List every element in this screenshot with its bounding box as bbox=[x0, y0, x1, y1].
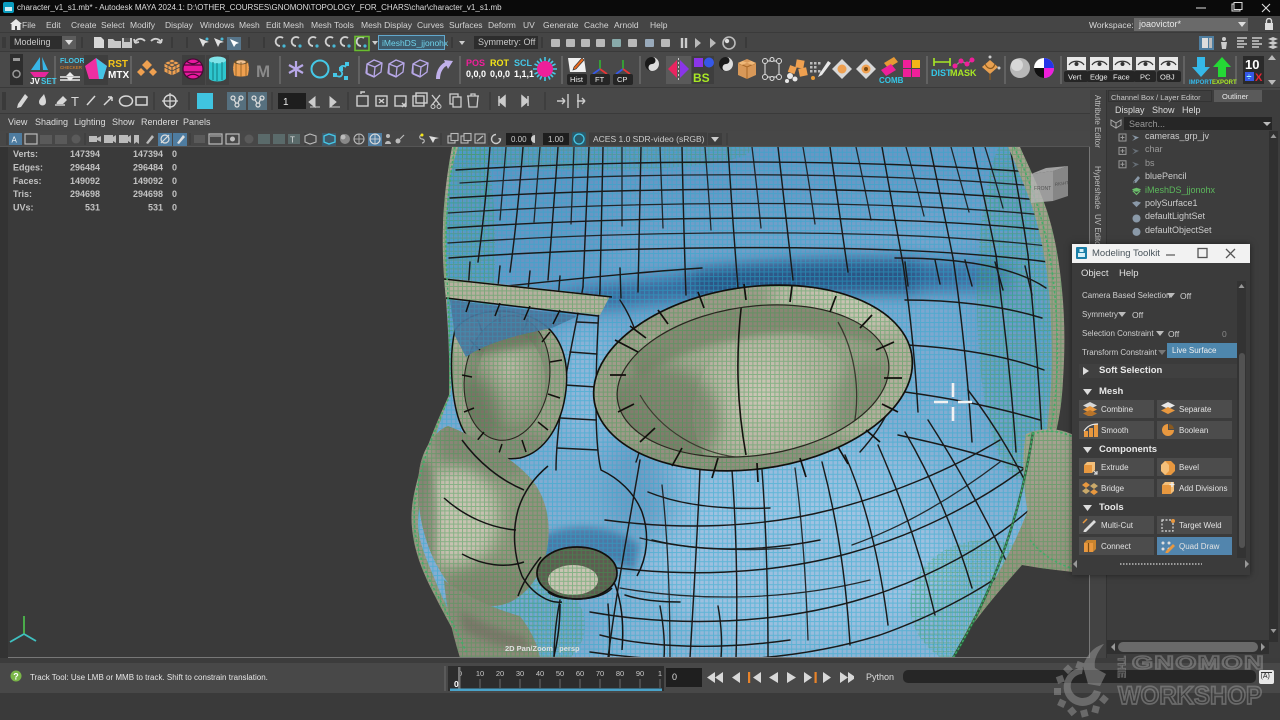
svg-text:0,0,0: 0,0,0 bbox=[490, 69, 510, 79]
svg-text:0.00: 0.00 bbox=[511, 135, 527, 144]
svg-text:296484: 296484 bbox=[70, 162, 100, 172]
svg-text:294698: 294698 bbox=[70, 189, 100, 199]
svg-text:Verts:: Verts: bbox=[13, 149, 38, 159]
svg-text:Edges:: Edges: bbox=[13, 162, 43, 172]
svg-text:80: 80 bbox=[616, 669, 624, 678]
svg-text:1,1,1: 1,1,1 bbox=[514, 69, 534, 79]
svg-text:Tris:: Tris: bbox=[13, 189, 32, 199]
svg-text:SCL: SCL bbox=[514, 58, 533, 68]
svg-text:JV: JV bbox=[30, 77, 40, 86]
svg-text:0: 0 bbox=[172, 149, 177, 159]
svg-text:1: 1 bbox=[658, 669, 662, 678]
svg-text:0: 0 bbox=[172, 203, 177, 213]
svg-text:PC: PC bbox=[1140, 73, 1151, 82]
svg-text:0: 0 bbox=[454, 679, 459, 689]
svg-text:2D Pan/Zoom persp: 2D Pan/Zoom persp bbox=[505, 644, 580, 653]
svg-text:T: T bbox=[290, 136, 295, 145]
svg-text:90: 90 bbox=[636, 669, 644, 678]
svg-text:OBJ: OBJ bbox=[1160, 73, 1175, 82]
svg-text:531: 531 bbox=[85, 203, 100, 213]
svg-text:70: 70 bbox=[596, 669, 604, 678]
svg-text:10: 10 bbox=[476, 669, 484, 678]
svg-text:CP: CP bbox=[617, 75, 627, 84]
svg-text:BS: BS bbox=[693, 71, 710, 85]
svg-text:MASK: MASK bbox=[950, 68, 977, 78]
svg-text:CHECKER: CHECKER bbox=[60, 65, 83, 70]
svg-text:531: 531 bbox=[148, 203, 163, 213]
svg-text:Hist: Hist bbox=[570, 75, 584, 84]
svg-text:149092: 149092 bbox=[70, 176, 100, 186]
svg-text:60: 60 bbox=[576, 669, 584, 678]
svg-text:147394: 147394 bbox=[70, 149, 100, 159]
svg-text:FLOOR: FLOOR bbox=[60, 58, 85, 65]
svg-text:FRONT: FRONT bbox=[1034, 186, 1051, 192]
svg-text:IMPORT: IMPORT bbox=[1189, 80, 1213, 86]
svg-text:0: 0 bbox=[172, 176, 177, 186]
svg-text:ACES 1.0 SDR-video (sRGB): ACES 1.0 SDR-video (sRGB) bbox=[593, 134, 705, 144]
svg-text:50: 50 bbox=[556, 669, 564, 678]
svg-text:30: 30 bbox=[516, 669, 524, 678]
svg-text:40: 40 bbox=[536, 669, 544, 678]
svg-text:296484: 296484 bbox=[133, 162, 163, 172]
svg-text:10: 10 bbox=[1245, 57, 1259, 72]
svg-text:ROT: ROT bbox=[490, 58, 510, 68]
svg-text:POS: POS bbox=[466, 58, 485, 68]
svg-text:DIST: DIST bbox=[931, 68, 952, 78]
svg-text:X: X bbox=[1255, 72, 1263, 84]
svg-text:WORKSHOP: WORKSHOP bbox=[1118, 682, 1262, 710]
svg-text:1: 1 bbox=[283, 97, 289, 108]
svg-text:0: 0 bbox=[172, 162, 177, 172]
svg-text:SET: SET bbox=[41, 77, 57, 86]
svg-text:0: 0 bbox=[172, 189, 177, 199]
svg-text:0,0,0: 0,0,0 bbox=[466, 69, 486, 79]
svg-text:T: T bbox=[71, 94, 79, 109]
svg-text:UVs:: UVs: bbox=[13, 203, 34, 213]
svg-text:Face: Face bbox=[1113, 73, 1130, 82]
svg-text:Faces:: Faces: bbox=[13, 176, 42, 186]
svg-text:÷: ÷ bbox=[1247, 72, 1252, 82]
svg-text:1.00: 1.00 bbox=[548, 135, 564, 144]
svg-text:Search...: Search... bbox=[1129, 119, 1165, 129]
svg-text:?: ? bbox=[13, 672, 19, 682]
svg-text:147394: 147394 bbox=[133, 149, 163, 159]
svg-text:Edge: Edge bbox=[1090, 73, 1108, 82]
svg-text:EXPORT: EXPORT bbox=[1212, 80, 1237, 86]
svg-text:MTX: MTX bbox=[108, 70, 129, 81]
svg-text:RST: RST bbox=[108, 59, 128, 70]
svg-text:149092: 149092 bbox=[133, 176, 163, 186]
svg-text:COMB: COMB bbox=[879, 76, 904, 85]
svg-text:Vert: Vert bbox=[1068, 73, 1082, 82]
svg-text:294698: 294698 bbox=[133, 189, 163, 199]
svg-text:GNOMON: GNOMON bbox=[1132, 653, 1265, 673]
svg-text:M: M bbox=[256, 62, 270, 81]
svg-text:20: 20 bbox=[496, 669, 504, 678]
svg-text:A: A bbox=[12, 136, 18, 145]
svg-text:FT: FT bbox=[595, 75, 605, 84]
svg-text:THE: THE bbox=[1115, 656, 1127, 678]
